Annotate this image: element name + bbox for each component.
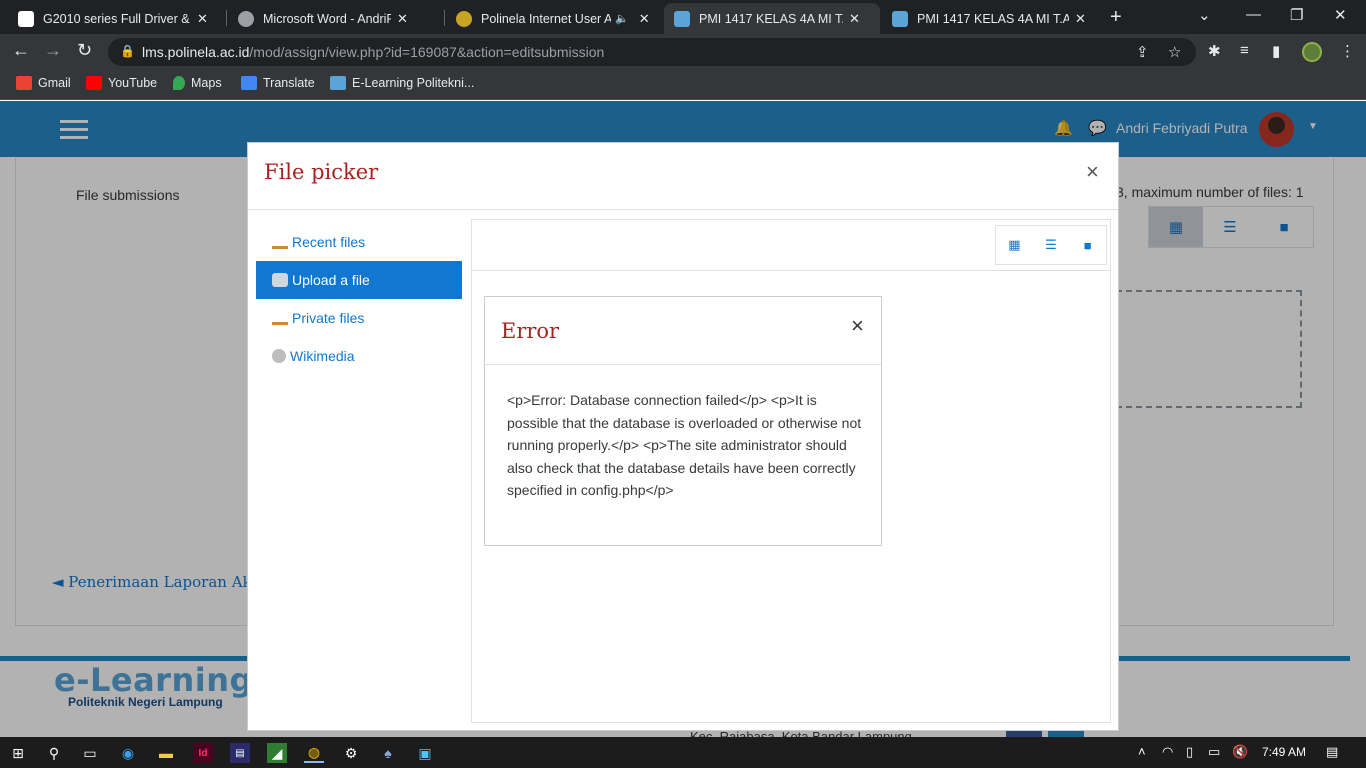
globe-favicon-icon — [238, 10, 254, 27]
speaker-icon[interactable]: 🔈 — [615, 12, 629, 25]
profile-avatar-icon[interactable] — [1302, 42, 1322, 62]
tab-title: G2010 series Full Driver & So — [43, 11, 191, 26]
power-plug-icon[interactable]: ▭ — [1208, 744, 1220, 760]
maps-pin-icon — [173, 76, 185, 90]
side-panel-icon[interactable]: ▮ — [1272, 42, 1280, 60]
upload-icon — [272, 273, 288, 287]
close-tab-icon[interactable]: ✕ — [197, 11, 208, 27]
tab-search-icon[interactable]: ⌄ — [1198, 6, 1211, 24]
repo-private-files[interactable]: Private files — [256, 299, 462, 337]
reload-icon[interactable]: ↻ — [77, 40, 92, 61]
bookmark-maps[interactable]: Maps — [173, 76, 222, 90]
elearning-icon — [330, 76, 346, 90]
repo-wikimedia[interactable]: Wikimedia — [256, 337, 462, 375]
close-tab-icon[interactable]: ✕ — [1075, 11, 1086, 27]
lock-icon[interactable]: 🔒 — [120, 44, 135, 58]
settings-gear-icon[interactable]: ⚙ — [341, 743, 361, 763]
tab-title: PMI 1417 KELAS 4A MI T.A. 2 — [699, 11, 843, 26]
recent-files-icon — [272, 235, 288, 249]
translate-icon — [241, 76, 257, 90]
task-view-icon[interactable]: ▭ — [80, 743, 100, 763]
restore-icon[interactable]: ❐ — [1290, 6, 1303, 24]
tray-chevron-up-icon[interactable]: ˄ — [1138, 744, 1146, 759]
search-icon[interactable]: ⚲ — [44, 743, 64, 763]
file-picker-toolbar: ▦ ☰ ■ — [472, 220, 1110, 271]
clock-time[interactable]: 7:49 AM — [1262, 745, 1306, 759]
chrome-icon[interactable]: ◍ — [304, 743, 324, 763]
browser-tab-2[interactable]: Microsoft Word - AndriFP-21 ✕ — [228, 3, 418, 34]
repo-upload-a-file[interactable]: Upload a file — [256, 261, 462, 299]
media-queue-icon[interactable]: ≡ — [1240, 42, 1249, 59]
file-picker-view-buttons: ▦ ☰ ■ — [995, 225, 1107, 265]
file-explorer-icon[interactable]: ▬ — [156, 743, 176, 763]
bookmark-elearning[interactable]: E-Learning Politekni... — [330, 76, 474, 90]
indesign-icon[interactable]: Id — [193, 743, 213, 763]
elearning-favicon-icon — [674, 10, 690, 27]
browser-tab-1[interactable]: G2010 series Full Driver & So ✕ — [8, 3, 218, 34]
error-dialog-header: Error × — [485, 297, 881, 365]
bookmark-gmail[interactable]: Gmail — [16, 76, 71, 90]
error-message: <p>Error: Database connection failed</p>… — [507, 392, 862, 499]
app-icon[interactable]: ▤ — [230, 743, 250, 763]
grid-view-icon[interactable]: ▦ — [996, 226, 1033, 264]
url-text[interactable]: lms.polinela.ac.id/mod/assign/view.php?i… — [142, 44, 604, 60]
repo-recent-files[interactable]: Recent files — [256, 223, 462, 261]
volume-muted-icon[interactable]: 🔇 — [1232, 744, 1248, 760]
bookmark-youtube[interactable]: YouTube — [86, 76, 157, 90]
error-close-icon[interactable]: × — [851, 313, 864, 339]
forward-arrow-icon[interactable]: → — [44, 40, 62, 61]
wikimedia-globe-icon — [272, 349, 286, 363]
notifications-icon[interactable]: ▤ — [1326, 744, 1338, 760]
private-files-icon — [272, 311, 288, 325]
tab-title: Microsoft Word - AndriFP-21 — [263, 11, 391, 26]
folder-view-icon[interactable]: ■ — [1069, 226, 1106, 264]
windows-taskbar: ⊞ ⚲ ▭ ◉ ▬ Id ▤ ◢ ◍ ⚙ ♠ ▣ ˄ ◠ ▯ ▭ 🔇 7:49 … — [0, 737, 1366, 768]
bookmark-star-icon[interactable]: ☆ — [1168, 43, 1181, 61]
canon-favicon-icon — [18, 10, 34, 27]
close-window-icon[interactable]: ✕ — [1334, 6, 1347, 24]
browser-toolbar: ← → ↻ 🔒 lms.polinela.ac.id/mod/assign/vi… — [0, 34, 1366, 70]
tab-title: PMI 1417 KELAS 4A MI T.A. 2 — [917, 11, 1069, 26]
file-picker-close-icon[interactable]: × — [1086, 159, 1099, 185]
edge-icon[interactable]: ◉ — [118, 743, 138, 763]
tab-title: Polinela Internet User Ac — [481, 11, 611, 26]
app-window-icon[interactable]: ▣ — [415, 743, 435, 763]
repository-list: Recent files Upload a file Private files… — [256, 223, 462, 375]
file-picker-header: File picker × — [248, 143, 1118, 210]
new-tab-icon[interactable]: + — [1110, 6, 1122, 29]
list-view-icon[interactable]: ☰ — [1033, 226, 1070, 264]
error-title: Error — [501, 319, 560, 343]
wifi-icon[interactable]: ◠ — [1162, 744, 1173, 760]
browser-tab-5[interactable]: PMI 1417 KELAS 4A MI T.A. 2 ✕ — [882, 3, 1096, 34]
close-tab-icon[interactable]: ✕ — [849, 11, 860, 27]
back-arrow-icon[interactable]: ← — [12, 40, 30, 61]
menu-kebab-icon[interactable]: ⋮ — [1340, 42, 1355, 60]
minimize-icon[interactable]: — — [1246, 6, 1261, 23]
windows-start-icon[interactable]: ⊞ — [8, 743, 28, 763]
polinela-favicon-icon — [456, 10, 472, 27]
error-dialog: Error × <p>Error: Database connection fa… — [484, 296, 882, 546]
bookmarks-bar: Gmail YouTube Maps Translate E-Learning … — [0, 70, 1366, 100]
close-tab-icon[interactable]: ✕ — [639, 11, 650, 27]
sheets-app-icon[interactable]: ◢ — [267, 743, 287, 763]
gmail-icon — [16, 76, 32, 90]
file-picker-title: File picker — [264, 160, 379, 184]
youtube-icon — [86, 76, 102, 90]
share-icon[interactable]: ⇪ — [1136, 43, 1149, 61]
browser-tab-strip: G2010 series Full Driver & So ✕ Microsof… — [0, 0, 1366, 34]
extensions-puzzle-icon[interactable]: ✱ — [1208, 42, 1221, 60]
close-tab-icon[interactable]: ✕ — [397, 11, 408, 27]
elearning-favicon-icon — [892, 10, 908, 27]
app-balloon-icon[interactable]: ♠ — [378, 743, 398, 763]
battery-icon[interactable]: ▯ — [1186, 744, 1193, 760]
bookmark-translate[interactable]: Translate — [241, 76, 315, 90]
address-bar[interactable]: 🔒 lms.polinela.ac.id/mod/assign/view.php… — [108, 38, 1196, 66]
browser-tab-4-active[interactable]: PMI 1417 KELAS 4A MI T.A. 2 ✕ — [664, 3, 880, 34]
browser-tab-3[interactable]: Polinela Internet User Ac 🔈 ✕ — [446, 3, 660, 34]
